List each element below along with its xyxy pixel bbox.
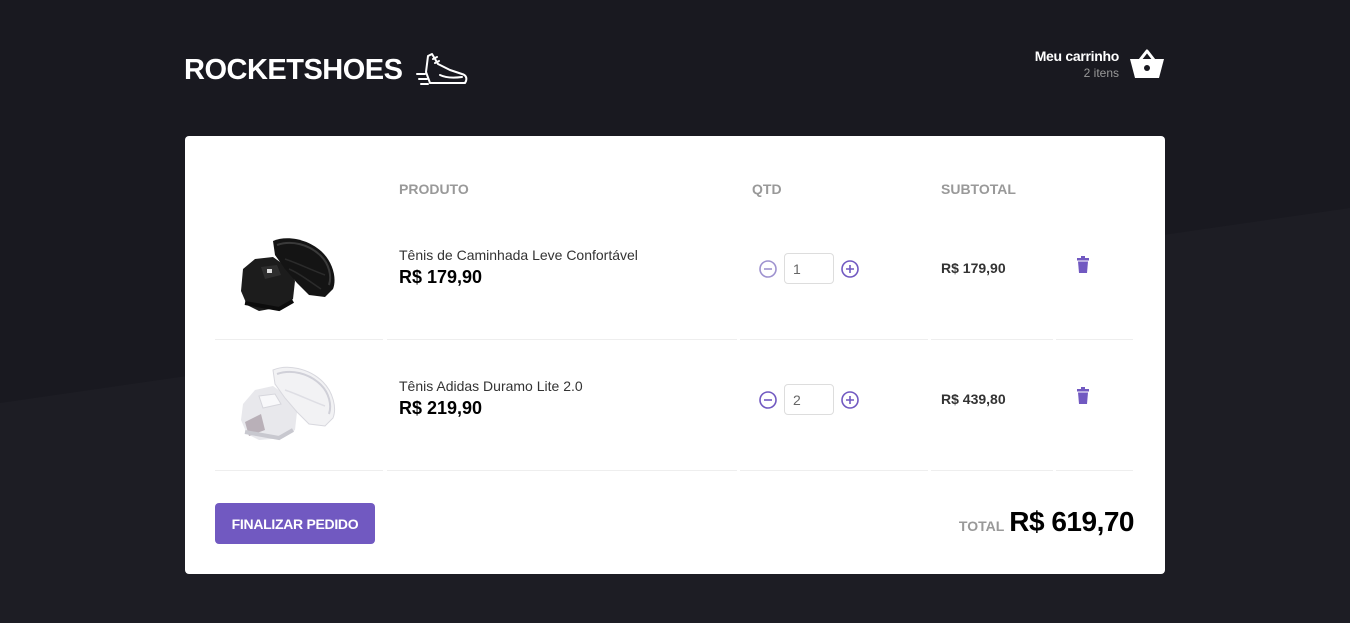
product-image-white-sneaker (241, 366, 336, 441)
product-title: Tênis Adidas Duramo Lite 2.0 (399, 378, 583, 394)
item-subtotal: R$ 179,90 (941, 260, 1006, 276)
product-price: R$ 179,90 (399, 267, 483, 287)
product-image-black-sneaker (241, 238, 335, 312)
row-divider (215, 470, 383, 471)
cart-row: Tênis Adidas Duramo Lite 2.0 R$ 219,90 R… (215, 340, 1133, 471)
cart-link[interactable]: Meu carrinho 2 itens (1035, 48, 1165, 80)
remove-circle-icon (759, 259, 777, 278)
delete-item-button[interactable] (1073, 255, 1093, 275)
quantity-input[interactable] (784, 384, 834, 415)
header: ROCKETSHOES Meu carrinho 2 itens (184, 40, 1165, 100)
row-divider (1056, 470, 1133, 471)
row-divider (387, 470, 737, 471)
trash-icon (1077, 387, 1089, 404)
add-circle-icon (841, 390, 859, 409)
decrement-button[interactable] (758, 259, 778, 279)
cart-panel: PRODUTO QTD SUBTOTAL Tênis de Caminhada … (185, 136, 1165, 574)
cart-row: Tênis de Caminhada Leve Confortável R$ 1… (215, 209, 1133, 340)
decrement-button[interactable] (758, 390, 778, 410)
product-price: R$ 219,90 (399, 398, 483, 418)
brand-name: ROCKETSHOES (184, 53, 403, 86)
column-header-subtotal: SUBTOTAL (941, 181, 1016, 197)
increment-button[interactable] (840, 390, 860, 410)
increment-button[interactable] (840, 259, 860, 279)
quantity-input[interactable] (784, 253, 834, 284)
column-header-qty: QTD (752, 181, 782, 197)
quantity-control (758, 253, 860, 284)
row-divider (740, 470, 928, 471)
sneaker-icon (416, 53, 468, 85)
product-title: Tênis de Caminhada Leve Confortável (399, 247, 638, 263)
basket-icon (1130, 49, 1164, 78)
total-value: R$ 619,70 (1009, 506, 1134, 537)
quantity-control (758, 384, 860, 415)
item-subtotal: R$ 439,80 (941, 391, 1006, 407)
delete-item-button[interactable] (1073, 386, 1093, 406)
checkout-button[interactable]: FINALIZAR PEDIDO (215, 503, 375, 544)
remove-circle-icon (759, 390, 777, 409)
order-total: TOTAL R$ 619,70 (958, 506, 1135, 538)
logo-link[interactable]: ROCKETSHOES (184, 50, 470, 90)
cart-title: Meu carrinho (1034, 48, 1120, 64)
total-label: TOTAL (958, 518, 1005, 534)
add-circle-icon (841, 259, 859, 278)
cart-item-count: 2 itens (1083, 66, 1119, 80)
row-divider (931, 470, 1053, 471)
cart-summary: Meu carrinho 2 itens (1034, 48, 1120, 80)
trash-icon (1077, 256, 1089, 273)
column-header-product: PRODUTO (399, 181, 469, 197)
